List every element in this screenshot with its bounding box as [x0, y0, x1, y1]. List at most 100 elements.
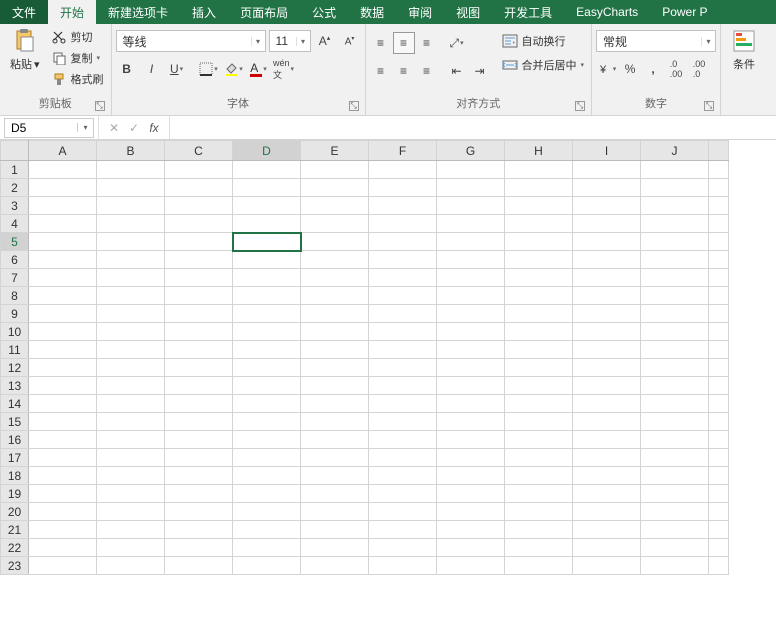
cell-I4[interactable] [573, 215, 641, 233]
cell-A12[interactable] [29, 359, 97, 377]
row-header-2[interactable]: 2 [1, 179, 29, 197]
cell-partial[interactable] [709, 359, 729, 377]
cell-J16[interactable] [641, 431, 709, 449]
font-name-combo[interactable]: 等线 ▾ [116, 30, 266, 52]
cell-C19[interactable] [165, 485, 233, 503]
cut-button[interactable]: 剪切 [48, 28, 107, 46]
cell-H22[interactable] [505, 539, 573, 557]
cell-E16[interactable] [301, 431, 369, 449]
cell-F23[interactable] [369, 557, 437, 575]
cell-C17[interactable] [165, 449, 233, 467]
col-header-H[interactable]: H [505, 141, 573, 161]
font-color-button[interactable]: A▾ [248, 58, 270, 80]
cell-H4[interactable] [505, 215, 573, 233]
cell-D22[interactable] [233, 539, 301, 557]
cell-B13[interactable] [97, 377, 165, 395]
cell-B16[interactable] [97, 431, 165, 449]
cell-F7[interactable] [369, 269, 437, 287]
cell-partial[interactable] [709, 341, 729, 359]
cell-H8[interactable] [505, 287, 573, 305]
dialog-launcher-icon[interactable]: ⤡ [704, 101, 714, 111]
cell-F15[interactable] [369, 413, 437, 431]
copy-button[interactable]: 复制▾ [48, 49, 107, 67]
cancel-icon[interactable]: ✕ [105, 121, 123, 135]
row-header-16[interactable]: 16 [1, 431, 29, 449]
cell-I7[interactable] [573, 269, 641, 287]
cell-D13[interactable] [233, 377, 301, 395]
cell-E1[interactable] [301, 161, 369, 179]
cell-G23[interactable] [437, 557, 505, 575]
cell-A3[interactable] [29, 197, 97, 215]
cell-E12[interactable] [301, 359, 369, 377]
cell-G17[interactable] [437, 449, 505, 467]
cell-D1[interactable] [233, 161, 301, 179]
menu-tab-6[interactable]: 数据 [348, 0, 396, 24]
row-header-10[interactable]: 10 [1, 323, 29, 341]
cell-F17[interactable] [369, 449, 437, 467]
cell-C1[interactable] [165, 161, 233, 179]
cell-I1[interactable] [573, 161, 641, 179]
cell-F13[interactable] [369, 377, 437, 395]
cell-partial[interactable] [709, 269, 729, 287]
cell-G4[interactable] [437, 215, 505, 233]
cell-A10[interactable] [29, 323, 97, 341]
cell-F12[interactable] [369, 359, 437, 377]
cell-E10[interactable] [301, 323, 369, 341]
row-header-22[interactable]: 22 [1, 539, 29, 557]
cell-J19[interactable] [641, 485, 709, 503]
cell-F18[interactable] [369, 467, 437, 485]
worksheet-grid[interactable]: ABCDEFGHIJ123456789101112131415161718192… [0, 140, 776, 628]
cell-D19[interactable] [233, 485, 301, 503]
cell-partial[interactable] [709, 467, 729, 485]
cell-H3[interactable] [505, 197, 573, 215]
cell-E18[interactable] [301, 467, 369, 485]
paste-button[interactable]: 粘贴▾ [4, 26, 46, 74]
cell-E20[interactable] [301, 503, 369, 521]
cell-A7[interactable] [29, 269, 97, 287]
cell-partial[interactable] [709, 485, 729, 503]
cell-D12[interactable] [233, 359, 301, 377]
align-center-button[interactable]: ≡ [393, 60, 415, 82]
cell-B18[interactable] [97, 467, 165, 485]
cell-J15[interactable] [641, 413, 709, 431]
cell-C7[interactable] [165, 269, 233, 287]
cell-F11[interactable] [369, 341, 437, 359]
conditional-format-button[interactable]: 条件 [725, 26, 763, 74]
cell-partial[interactable] [709, 251, 729, 269]
cell-G11[interactable] [437, 341, 505, 359]
cell-F16[interactable] [369, 431, 437, 449]
format-painter-button[interactable]: 格式刷 [48, 70, 107, 88]
cell-I23[interactable] [573, 557, 641, 575]
cell-G15[interactable] [437, 413, 505, 431]
cell-D14[interactable] [233, 395, 301, 413]
cell-D15[interactable] [233, 413, 301, 431]
cell-F8[interactable] [369, 287, 437, 305]
cell-I11[interactable] [573, 341, 641, 359]
cell-H5[interactable] [505, 233, 573, 251]
dialog-launcher-icon[interactable]: ⤡ [575, 101, 585, 111]
cell-B2[interactable] [97, 179, 165, 197]
cell-D3[interactable] [233, 197, 301, 215]
comma-button[interactable]: , [642, 58, 664, 80]
cell-A11[interactable] [29, 341, 97, 359]
cell-D7[interactable] [233, 269, 301, 287]
cell-G9[interactable] [437, 305, 505, 323]
cell-I8[interactable] [573, 287, 641, 305]
cell-G19[interactable] [437, 485, 505, 503]
cell-H2[interactable] [505, 179, 573, 197]
cell-C10[interactable] [165, 323, 233, 341]
align-bottom-button[interactable]: ≡ [416, 32, 438, 54]
cell-G1[interactable] [437, 161, 505, 179]
cell-B23[interactable] [97, 557, 165, 575]
cell-B7[interactable] [97, 269, 165, 287]
cell-C12[interactable] [165, 359, 233, 377]
cell-H10[interactable] [505, 323, 573, 341]
row-header-20[interactable]: 20 [1, 503, 29, 521]
col-header-A[interactable]: A [29, 141, 97, 161]
cell-G16[interactable] [437, 431, 505, 449]
cell-partial[interactable] [709, 521, 729, 539]
cell-D16[interactable] [233, 431, 301, 449]
cell-D8[interactable] [233, 287, 301, 305]
cell-F6[interactable] [369, 251, 437, 269]
menu-tab-0[interactable]: 文件 [0, 0, 48, 24]
